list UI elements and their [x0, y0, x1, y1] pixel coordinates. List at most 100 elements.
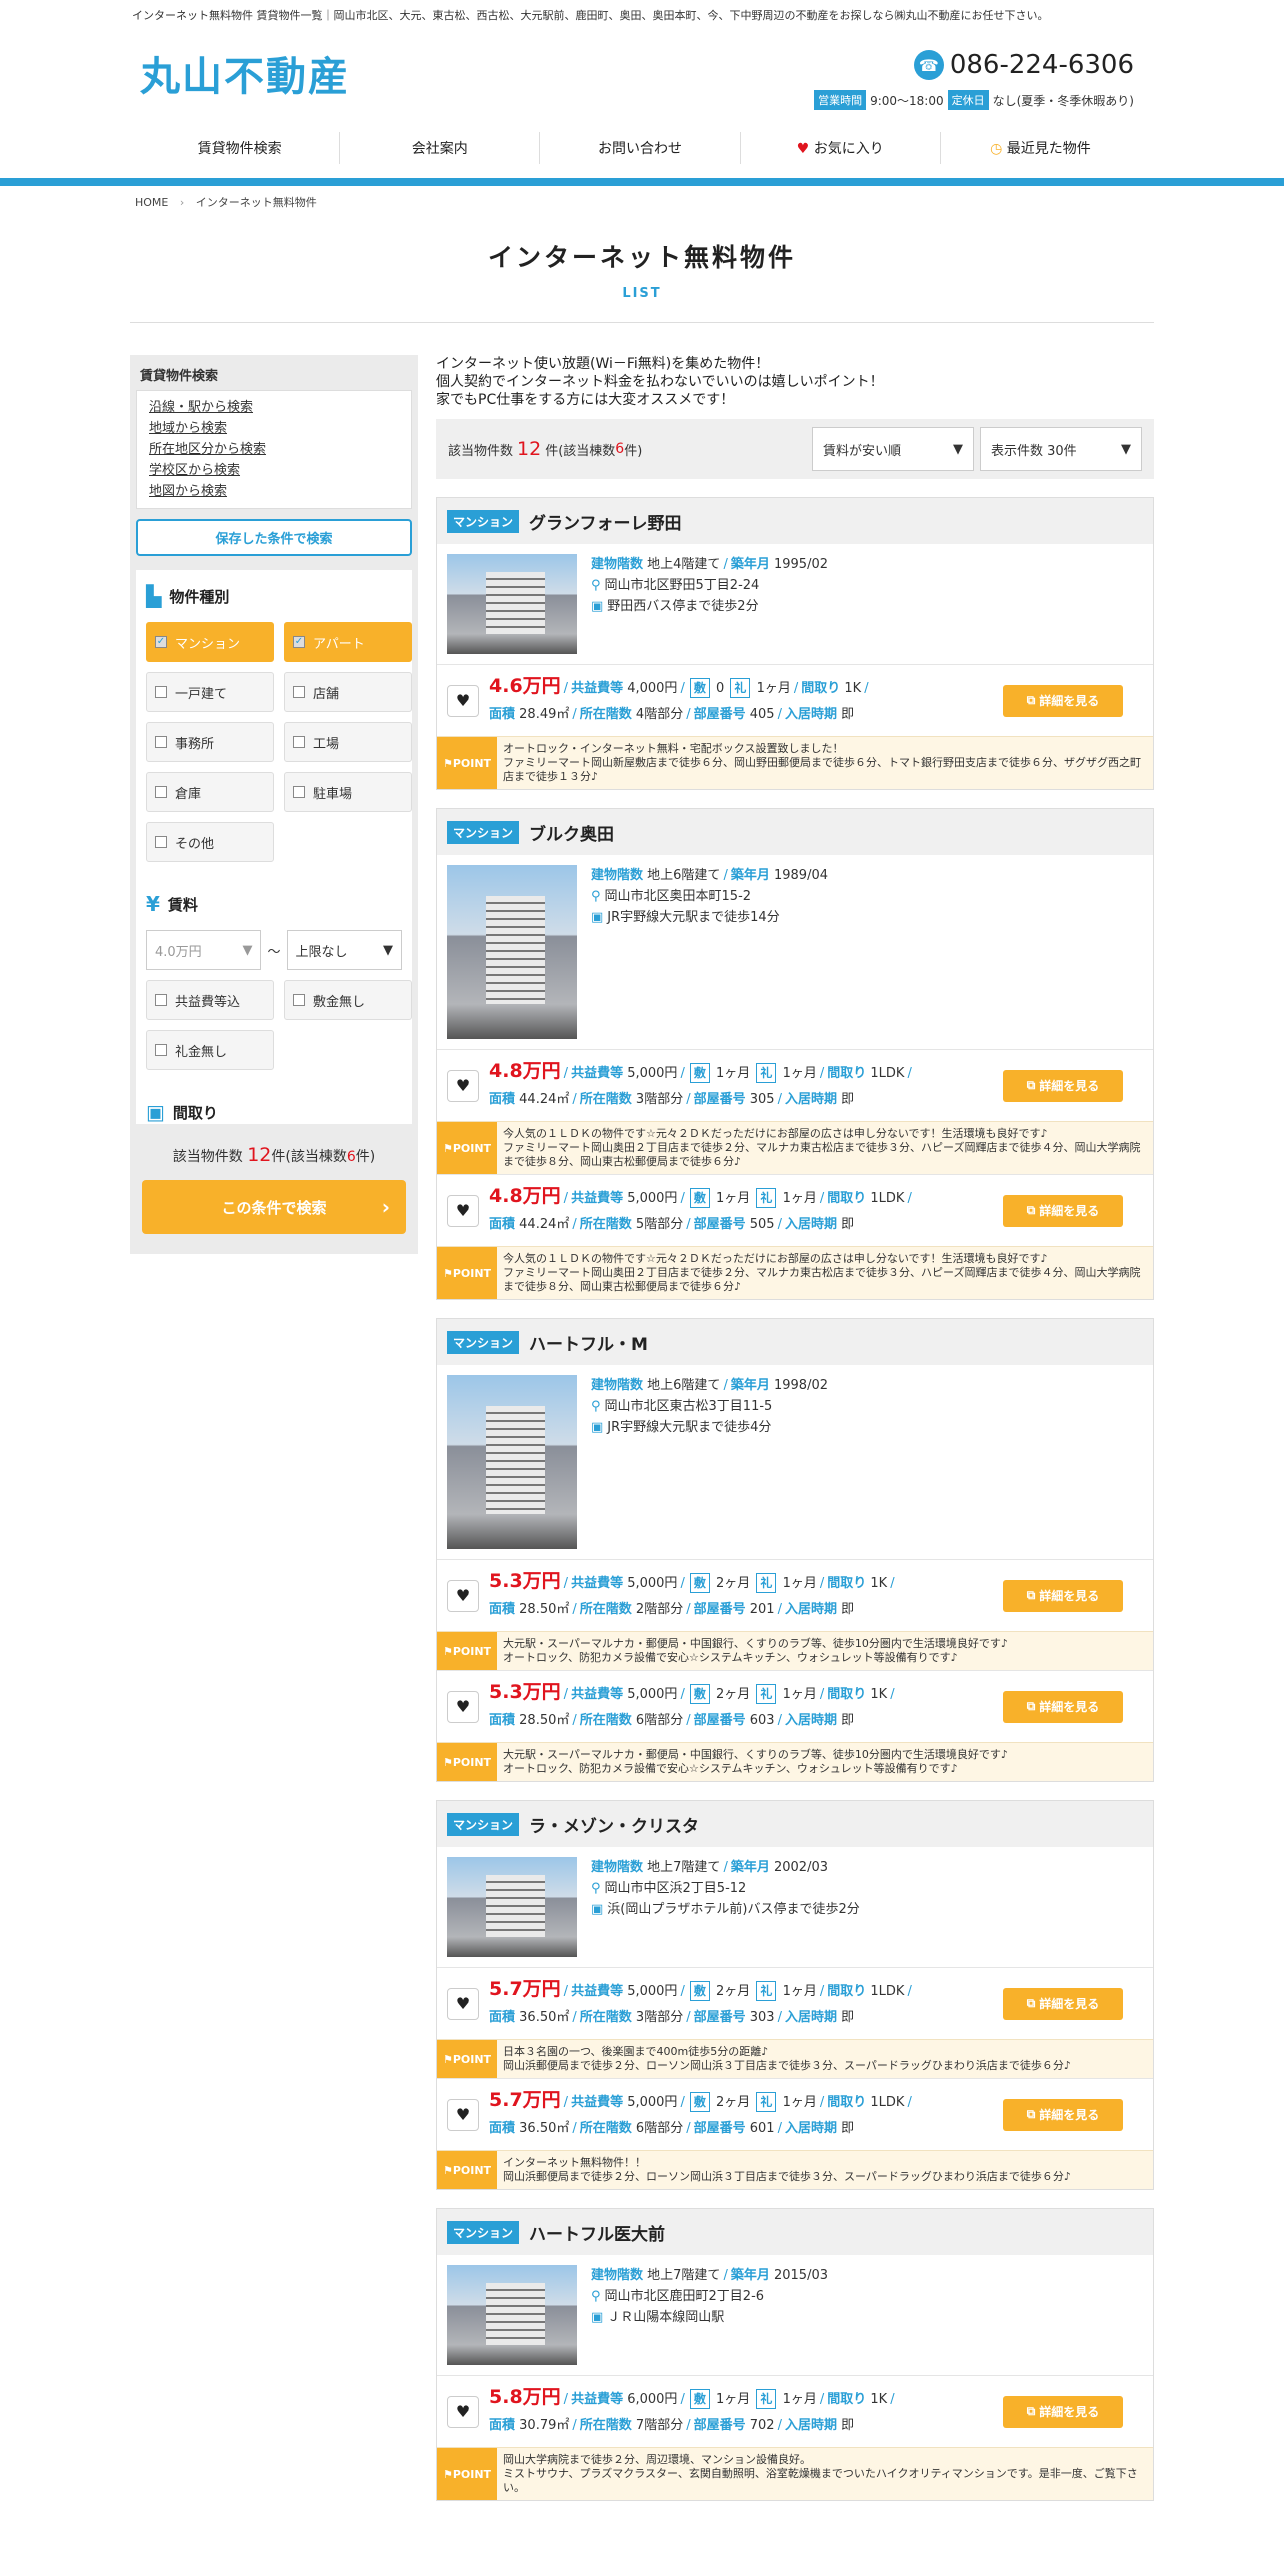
- checkbox-icon: [155, 994, 167, 1006]
- deposit-value: 1ヶ月: [715, 2392, 751, 2407]
- point-line: ファミリーマート岡山奥田２丁目店まで徒歩２分、マルナカ東古松店まで徒歩３分、ハピ…: [503, 1141, 1141, 1168]
- common-fee-label: 共益費等: [571, 681, 624, 696]
- link-area[interactable]: 地域から検索: [149, 418, 399, 439]
- favorite-button[interactable]: ♥: [447, 1987, 479, 2020]
- detail-button[interactable]: ⧉ 詳細を見る: [1003, 1194, 1123, 1227]
- nav-item-search[interactable]: 賃貸物件検索: [140, 132, 341, 164]
- favorite-button[interactable]: ♥: [447, 2395, 479, 2428]
- rent-option-checkbox[interactable]: 共益費等込: [146, 980, 274, 1020]
- nav-item-contact[interactable]: お問い合わせ: [540, 132, 741, 164]
- link-line-station[interactable]: 沿線・駅から検索: [149, 397, 399, 418]
- type-checkbox[interactable]: 事務所: [146, 722, 274, 762]
- type-checkbox[interactable]: 工場: [284, 722, 412, 762]
- rent-min-select[interactable]: 4.0万円 ▼: [146, 930, 262, 970]
- type-checkbox[interactable]: 駐車場: [284, 772, 412, 812]
- nav-item-company[interactable]: 会社案内: [340, 132, 541, 164]
- location-pin-icon: ⚲: [591, 1399, 601, 1414]
- checkbox-icon: [293, 736, 305, 748]
- key-money-value: 1ヶ月: [782, 1066, 817, 1081]
- property-info: 建物階数 地上4階建て / 築年月 1995/02 ⚲ 岡山市北区野田5丁目2-24 ▣ 野…: [591, 554, 828, 654]
- breadcrumb-home[interactable]: HOME: [135, 196, 168, 209]
- property-name[interactable]: ブルク奥田: [529, 820, 614, 845]
- area-label: 面積: [489, 1092, 516, 1107]
- floors-value: 地上7階建て: [647, 1860, 721, 1875]
- floor-label: 所在階数: [579, 1217, 632, 1232]
- property-photo[interactable]: [447, 2265, 577, 2365]
- rent-tilde: ～: [267, 944, 281, 960]
- favorite-button[interactable]: ♥: [447, 2098, 479, 2131]
- property-name[interactable]: ハートフル・M: [529, 1330, 648, 1355]
- detail-button[interactable]: ⧉ 詳細を見る: [1003, 2098, 1123, 2131]
- point-line: 日本３名園の一つ、後楽園まで400m徒歩5分の距離♪: [503, 2045, 769, 2058]
- address: ⚲ 岡山市北区東古松3丁目11-5: [591, 1396, 828, 1417]
- key-money-label: 礼: [756, 1063, 777, 1083]
- unit-row: ♥ 5.7万円 / 共益費等 5,000円 / 敷 2ヶ月 礼 1ヶ月 / 間取り 1LDK /…: [437, 2078, 1153, 2150]
- bldg-value: 6: [615, 441, 625, 457]
- detail-label: 詳細を見る: [1039, 1700, 1100, 1714]
- property-type-badge: マンション: [447, 1330, 520, 1354]
- detail-button[interactable]: ⧉ 詳細を見る: [1003, 1690, 1123, 1723]
- detail-button[interactable]: ⧉ 詳細を見る: [1003, 1579, 1123, 1612]
- nav-item-recent[interactable]: ◷ 最近見た物件: [941, 132, 1140, 164]
- property-name[interactable]: グランフォーレ野田: [529, 509, 682, 534]
- building-info: 建物階数 地上6階建て / 築年月 1989/04: [591, 865, 828, 886]
- point-line: ミストサウナ、プラズマクラスター、玄関自動照明、浴室乾燥機までついたハイクオリテ…: [503, 2467, 1138, 2494]
- type-checkbox[interactable]: ✓ マンション: [146, 622, 274, 662]
- property-photo[interactable]: [447, 865, 577, 1039]
- point-line: 大元駅・スーパーマルナカ・郵便局・中国銀行、くすりのラブ等、徒歩10分圏内で生活…: [503, 1748, 1008, 1761]
- separator: /: [890, 2392, 895, 2407]
- property-name[interactable]: ハートフル医大前: [529, 2220, 665, 2245]
- intro-line: インターネット使い放題(Wi－Fi無料)を集めた物件！: [436, 356, 770, 372]
- detail-button[interactable]: ⧉ 詳細を見る: [1003, 1069, 1123, 1102]
- type-checkbox-label: 一戸建て: [175, 686, 228, 702]
- header-note: インターネット無料物件 賃貸物件一覧｜岡山市北区、大元、東古松、西古松、大元駅前…: [132, 9, 1049, 22]
- property-card: マンション ラ・メゾン・クリスタ 建物階数 地上7階建て / 築年月 2002/03 ⚲ 岡…: [436, 1800, 1154, 2190]
- rent-option-checkbox[interactable]: 敷金無し: [284, 980, 412, 1020]
- separator: /: [819, 1687, 825, 1702]
- favorite-button[interactable]: ♥: [447, 684, 479, 717]
- detail-button[interactable]: ⧉ 詳細を見る: [1003, 684, 1123, 717]
- favorite-button[interactable]: ♥: [447, 1194, 479, 1227]
- unit-line-1: 5.3万円 / 共益費等 5,000円 / 敷 2ヶ月 礼 1ヶ月 / 間取り 1K /: [489, 1568, 993, 1597]
- unit-details: 4.8万円 / 共益費等 5,000円 / 敷 1ヶ月 礼 1ヶ月 / 間取り 1LDK / 面…: [489, 1058, 993, 1113]
- property-name[interactable]: ラ・メゾン・クリスタ: [529, 1812, 699, 1837]
- type-checkbox[interactable]: その他: [146, 822, 274, 862]
- per-page-select[interactable]: 表示件数 30件 ▼: [980, 427, 1142, 471]
- type-checkbox[interactable]: ✓ アパート: [284, 622, 412, 662]
- search-button[interactable]: この条件で検索 ›: [142, 1180, 406, 1234]
- site-logo[interactable]: 丸山不動産: [140, 44, 350, 102]
- type-checkbox[interactable]: 倉庫: [146, 772, 274, 812]
- separator: /: [563, 2392, 569, 2407]
- link-map[interactable]: 地図から検索: [149, 481, 399, 502]
- deposit-value: 2ヶ月: [715, 1687, 751, 1702]
- type-checkbox[interactable]: 一戸建て: [146, 672, 274, 712]
- rent-max-select[interactable]: 上限なし ▼: [286, 930, 402, 970]
- unit-line-2: 面積 44.24㎡ / 所在階数 5階部分 / 部屋番号 505/入居時期 即: [489, 1212, 993, 1238]
- detail-button[interactable]: ⧉ 詳細を見る: [1003, 2395, 1123, 2428]
- property-photo[interactable]: [447, 1375, 577, 1549]
- location-pin-icon: ⚲: [591, 1881, 601, 1896]
- sort-select[interactable]: 賃料が安い順 ▼: [812, 427, 974, 471]
- favorite-button[interactable]: ♥: [447, 1579, 479, 1612]
- phone-number[interactable]: ☎ 086-224-6306: [913, 50, 1134, 80]
- rent-option-label: 敷金無し: [313, 994, 366, 1010]
- floor-label: 所在階数: [579, 707, 632, 722]
- point-label-text: POINT: [452, 1755, 492, 1769]
- area-label: 面積: [489, 1713, 516, 1728]
- separator: /: [680, 1066, 685, 1081]
- common-fee-value: 5,000円: [627, 1066, 678, 1081]
- link-district[interactable]: 所在地区分から検索: [149, 439, 399, 460]
- rent-option-checkbox[interactable]: 礼金無し: [146, 1030, 274, 1070]
- access-value: JR宇野線大元駅まで徒歩4分: [607, 1420, 772, 1435]
- property-photo[interactable]: [447, 554, 577, 654]
- favorite-button[interactable]: ♥: [447, 1069, 479, 1102]
- point-box: ⚑ POINT オートロック・インターネット無料・宅配ボックス設置致しました！ ファ…: [437, 736, 1153, 789]
- saved-search-button[interactable]: 保存した条件で検索: [136, 519, 412, 556]
- type-checkbox[interactable]: 店舗: [284, 672, 412, 712]
- link-school[interactable]: 学校区から検索: [149, 460, 399, 481]
- property-photo[interactable]: [447, 1857, 577, 1957]
- nav-item-favorites[interactable]: ♥ お気に入り: [741, 132, 941, 164]
- favorite-button[interactable]: ♥: [447, 1690, 479, 1723]
- flag-icon: ⚑: [442, 2467, 453, 2481]
- detail-button[interactable]: ⧉ 詳細を見る: [1003, 1987, 1123, 2020]
